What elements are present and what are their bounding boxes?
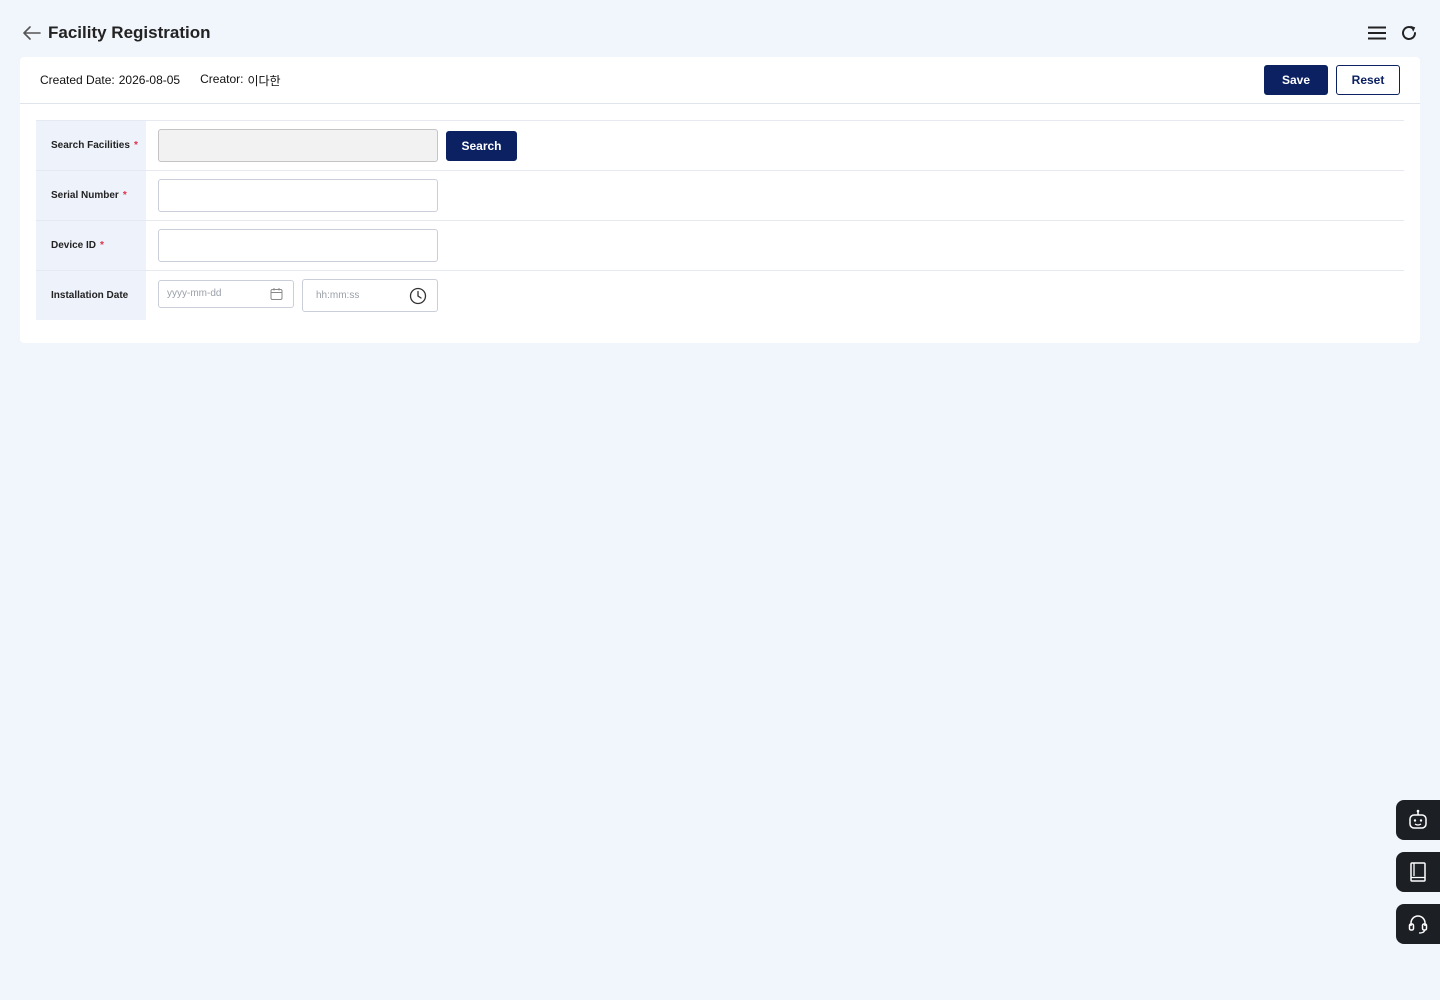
serial-number-label: Serial Number *	[36, 171, 146, 220]
chatbot-button[interactable]	[1396, 800, 1440, 840]
form-row-serial-number: Serial Number *	[36, 171, 1404, 221]
creator: Creator: 이다한	[200, 72, 280, 89]
form-row-search-facilities: Search Facilities * Search	[36, 121, 1404, 171]
date-placeholder: yyyy-mm-dd	[167, 288, 222, 299]
form-row-device-id: Device ID *	[36, 221, 1404, 271]
meta-bar: Created Date: 2026-08-05 Creator: 이다한 Sa…	[20, 57, 1420, 104]
refresh-button[interactable]	[1398, 22, 1420, 44]
calendar-button[interactable]	[270, 287, 283, 300]
reset-button[interactable]: Reset	[1336, 65, 1400, 95]
registration-card: Created Date: 2026-08-05 Creator: 이다한 Sa…	[20, 57, 1420, 343]
installation-date-label-text: Installation Date	[51, 290, 129, 301]
manual-button[interactable]	[1396, 852, 1440, 892]
headset-support-icon	[1408, 915, 1428, 934]
serial-number-input[interactable]	[158, 179, 438, 212]
calendar-icon	[270, 287, 283, 300]
device-id-label-text: Device ID	[51, 240, 97, 251]
search-facilities-label: Search Facilities *	[36, 121, 146, 170]
device-id-input[interactable]	[158, 229, 438, 262]
menu-button[interactable]	[1366, 22, 1388, 44]
time-placeholder: hh:mm:ss	[316, 290, 360, 301]
save-button[interactable]: Save	[1264, 65, 1328, 95]
clock-icon	[409, 287, 427, 304]
page-title: Facility Registration	[48, 23, 211, 42]
creator-value: 이다한	[247, 73, 281, 88]
installation-time-input[interactable]: hh:mm:ss	[302, 279, 438, 312]
installation-date-input[interactable]: yyyy-mm-dd	[158, 279, 294, 308]
form-row-installation-date: Installation Date yyyy-mm-dd hh:mm:ss	[36, 271, 1404, 320]
serial-number-label-text: Serial Number	[51, 190, 119, 201]
floating-dock	[1396, 800, 1440, 944]
manual-book-icon	[1410, 862, 1426, 882]
created-date-label: Created Date:	[40, 73, 115, 87]
required-marker: *	[100, 240, 104, 251]
search-facilities-label-text: Search Facilities	[51, 140, 130, 151]
installation-date-label: Installation Date	[36, 271, 146, 320]
registration-form: Search Facilities * Search Serial Number…	[36, 120, 1404, 320]
search-facilities-input[interactable]	[158, 129, 438, 162]
search-button[interactable]: Search	[446, 130, 517, 161]
created-date-value: 2026-08-05	[118, 73, 181, 87]
chatbot-icon	[1409, 809, 1427, 829]
refresh-icon	[1402, 25, 1416, 40]
required-marker: *	[122, 190, 127, 201]
creator-label: Creator:	[200, 71, 244, 86]
back-button[interactable]	[20, 21, 44, 45]
required-marker: *	[133, 140, 138, 151]
clock-button[interactable]	[409, 287, 427, 305]
support-button[interactable]	[1396, 904, 1440, 944]
created-date: Created Date: 2026-08-05	[40, 73, 180, 87]
hamburger-menu-icon	[1368, 26, 1386, 40]
arrow-left-icon	[23, 26, 41, 40]
page-header: Facility Registration	[20, 18, 1420, 48]
device-id-label: Device ID *	[36, 221, 146, 270]
